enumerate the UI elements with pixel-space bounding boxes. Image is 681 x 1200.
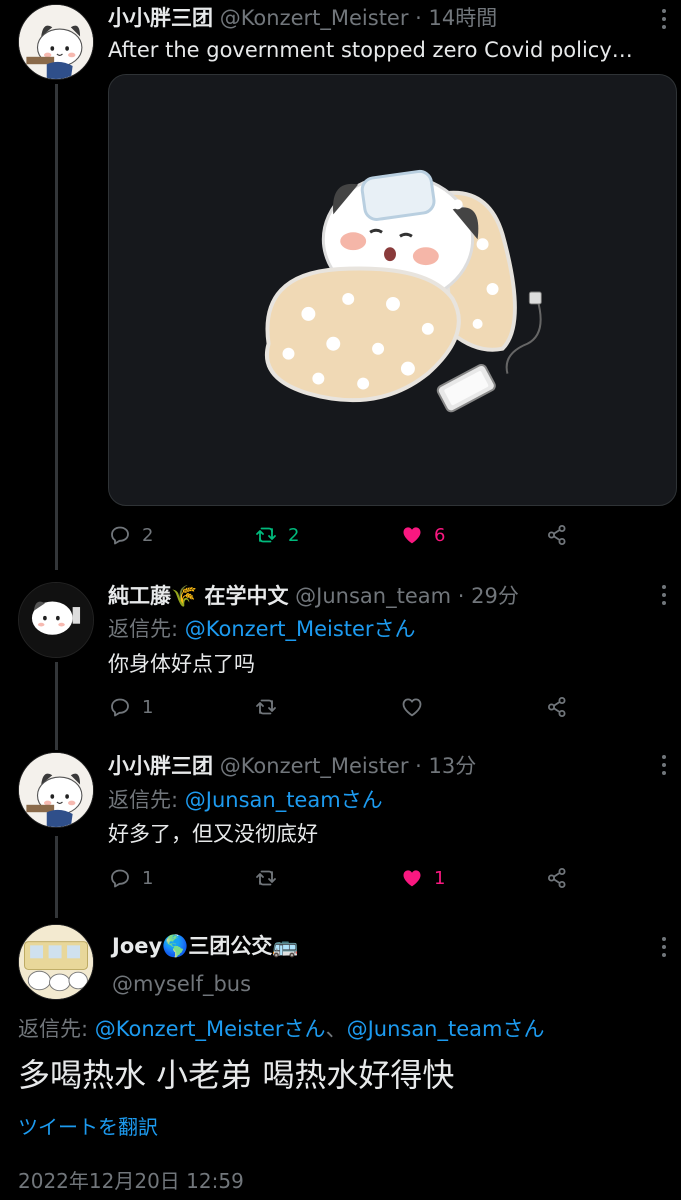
avatar-image (19, 5, 93, 79)
more-icon[interactable] (661, 584, 667, 611)
replying-to-label: 返信先: (108, 617, 179, 641)
share-icon (545, 695, 569, 719)
replying-to-link[interactable]: @Junsan_teamさん (185, 788, 383, 812)
like-count: 1 (434, 867, 446, 889)
retweet-button[interactable] (254, 863, 278, 893)
reply-button[interactable]: 2 (108, 520, 153, 550)
more-icon[interactable] (661, 8, 667, 35)
tweet-header: 小小胖三团 @Konzert_Meister · 14時間 (108, 5, 497, 31)
translate-link[interactable]: ツイートを翻訳 (18, 1113, 158, 1141)
display-name[interactable]: 小小胖三团 (108, 6, 213, 30)
handle[interactable]: @Konzert_Meister (220, 754, 409, 778)
tweet-text: After the government stopped zero Covid … (108, 38, 633, 62)
avatar-image (19, 925, 93, 999)
like-button[interactable]: 1 (400, 863, 445, 893)
display-name[interactable]: 小小胖三团 (108, 754, 213, 778)
retweet-button[interactable]: 2 (254, 520, 299, 550)
tweet-media[interactable] (108, 74, 677, 506)
reply-icon (108, 695, 132, 719)
tweet-text: 好多了，但又没彻底好 (108, 822, 318, 846)
tweet-header: 小小胖三团 @Konzert_Meister · 13分 (108, 753, 476, 779)
retweet-icon (254, 866, 278, 890)
reply-button[interactable]: 1 (108, 863, 153, 893)
tweet-time[interactable]: 14時間 (429, 6, 498, 30)
thread-line (55, 84, 58, 570)
handle[interactable]: @Konzert_Meister (220, 6, 409, 30)
retweet-icon (254, 695, 278, 719)
retweet-button[interactable] (254, 692, 278, 722)
retweet-icon (254, 523, 278, 547)
tweet-actions: 2 2 6 (108, 520, 588, 550)
replying-to-label: 返信先: (18, 1017, 89, 1041)
like-button[interactable]: 6 (400, 520, 445, 550)
replying-to-link[interactable]: @Junsan_teamさん (347, 1017, 545, 1041)
share-button[interactable] (545, 520, 569, 550)
avatar[interactable] (18, 4, 94, 80)
share-button[interactable] (545, 863, 569, 893)
display-name[interactable]: 純工藤🌾 在学中文 (108, 584, 288, 608)
thread-line (55, 836, 58, 918)
sick-cat-illustration (265, 169, 542, 413)
share-icon (545, 866, 569, 890)
tweet-text: 多喝热水 小老弟 喝热水好得快 (18, 1056, 455, 1094)
more-icon[interactable] (661, 936, 667, 963)
like-icon (400, 695, 424, 719)
share-button[interactable] (545, 692, 569, 722)
replying-to: 返信先: @Konzert_Meisterさん (108, 615, 416, 643)
avatar[interactable] (18, 924, 94, 1000)
retweet-count: 2 (288, 524, 300, 546)
display-name[interactable]: Joey🌎三团公交🚌 (112, 932, 298, 960)
tweet-timestamp[interactable]: 2022年12月20日 12:59 (18, 1167, 244, 1195)
like-icon (400, 523, 424, 547)
tweet-header: 純工藤🌾 在学中文 @Junsan_team · 29分 (108, 583, 519, 609)
share-icon (545, 523, 569, 547)
replying-to-link[interactable]: @Konzert_Meisterさん (95, 1017, 326, 1041)
separator-dot: · (457, 584, 465, 608)
like-button[interactable] (400, 692, 424, 722)
reply-count: 1 (142, 867, 154, 889)
thread-line (55, 662, 58, 750)
tweet-time[interactable]: 29分 (471, 584, 519, 608)
separator-dot: · (415, 6, 422, 30)
avatar[interactable] (18, 582, 94, 658)
handle[interactable]: @myself_bus (112, 970, 251, 998)
like-count: 6 (434, 524, 446, 546)
handle[interactable]: @Junsan_team (295, 584, 451, 608)
reply-icon (108, 523, 132, 547)
avatar-image (19, 583, 93, 657)
replying-to-label: 返信先: (108, 788, 179, 812)
tweet-actions: 1 (108, 692, 588, 722)
more-icon[interactable] (661, 754, 667, 781)
reply-count: 2 (142, 524, 154, 546)
replying-to: 返信先: @Junsan_teamさん (108, 786, 383, 814)
tweet-time[interactable]: 13分 (429, 754, 477, 778)
separator-dot: · (415, 754, 422, 778)
replying-to-link[interactable]: @Konzert_Meisterさん (185, 617, 416, 641)
avatar[interactable] (18, 752, 94, 828)
tweet-text: 你身体好点了吗 (108, 652, 255, 676)
replying-to-separator: 、 (325, 1017, 347, 1041)
reply-icon (108, 866, 132, 890)
tweet-actions: 1 1 (108, 863, 588, 893)
avatar-image (19, 753, 93, 827)
like-icon (400, 866, 424, 890)
replying-to: 返信先: @Konzert_Meisterさん、@Junsan_teamさん (18, 1015, 544, 1043)
reply-button[interactable]: 1 (108, 692, 153, 722)
reply-count: 1 (142, 696, 154, 718)
